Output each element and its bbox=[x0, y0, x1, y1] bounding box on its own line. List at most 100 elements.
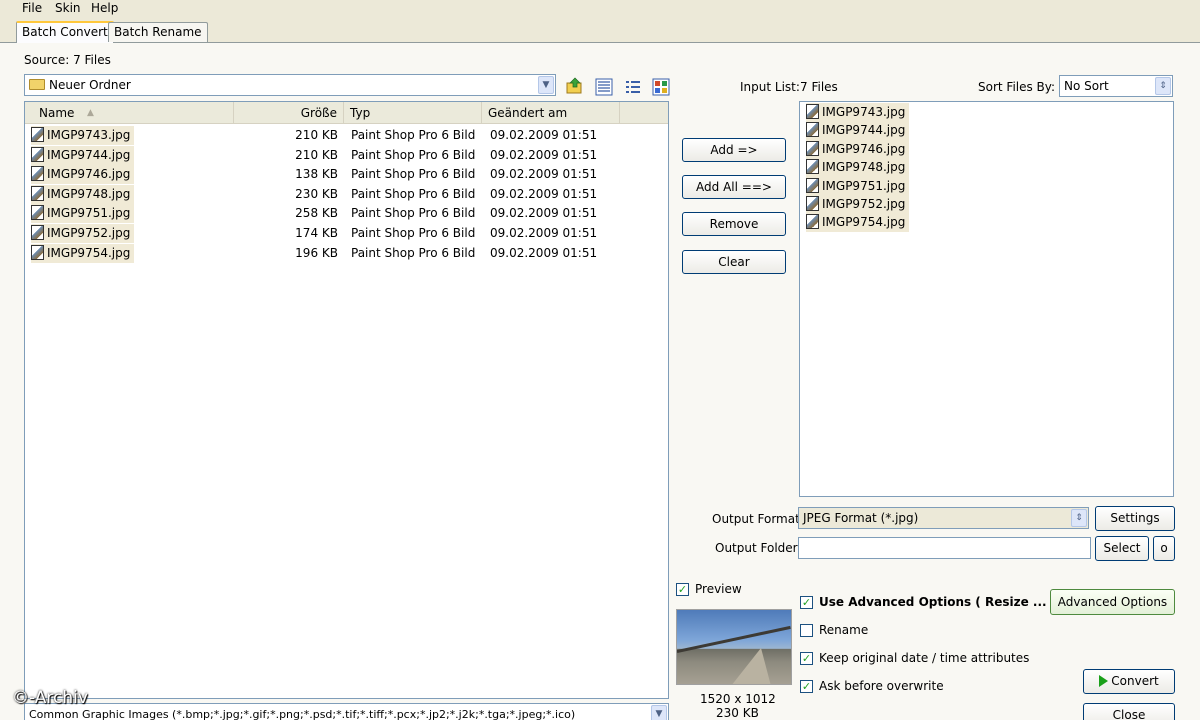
play-icon bbox=[1099, 675, 1109, 687]
file-name: IMGP9751.jpg bbox=[47, 206, 131, 221]
open-folder-button[interactable]: o bbox=[1153, 536, 1175, 561]
file-type: Paint Shop Pro 6 Bild bbox=[351, 186, 476, 201]
list-item[interactable]: IMGP9751.jpg bbox=[806, 176, 910, 196]
preview-checkbox[interactable]: ✓ bbox=[676, 583, 689, 596]
thumbnail-view-icon[interactable] bbox=[652, 78, 670, 96]
column-header-modified[interactable]: Geändert am bbox=[482, 102, 620, 124]
source-file-list[interactable]: Name ▲ Größe Typ Geändert am IMGP9743.jp… bbox=[24, 101, 669, 699]
output-folder-input[interactable] bbox=[798, 537, 1091, 559]
table-row[interactable]: IMGP9746.jpg 138 KB Paint Shop Pro 6 Bild 0… bbox=[25, 165, 668, 185]
list-item[interactable]: IMGP9746.jpg bbox=[806, 139, 910, 159]
file-modified: 09.02.2009 01:51 bbox=[490, 167, 598, 182]
watermark: ©-Archiv bbox=[12, 688, 88, 708]
select-folder-button[interactable]: Select bbox=[1095, 536, 1149, 561]
list-item[interactable]: IMGP9752.jpg bbox=[806, 195, 910, 214]
column-header-size[interactable]: Größe bbox=[234, 102, 344, 124]
file-modified: 09.02.2009 01:51 bbox=[490, 226, 598, 240]
table-row[interactable]: IMGP9754.jpg 196 KB Paint Shop Pro 6 Bild 0… bbox=[25, 243, 668, 263]
rename-checkbox[interactable] bbox=[800, 624, 813, 637]
file-name-cell: IMGP9743.jpg bbox=[31, 126, 135, 145]
table-row[interactable]: IMGP9751.jpg 258 KB Paint Shop Pro 6 Bild 0… bbox=[25, 204, 668, 224]
image-file-icon bbox=[31, 127, 44, 142]
file-name-cell: IMGP9754.jpg bbox=[31, 243, 135, 263]
list-item[interactable]: IMGP9748.jpg bbox=[806, 158, 910, 178]
list-view-icon[interactable] bbox=[595, 78, 613, 96]
list-item[interactable]: IMGP9743.jpg bbox=[806, 103, 910, 122]
column-header-type[interactable]: Typ bbox=[344, 102, 482, 124]
settings-button[interactable]: Settings bbox=[1095, 506, 1175, 531]
image-file-icon bbox=[31, 225, 44, 240]
ask-overwrite-label: Ask before overwrite bbox=[819, 679, 944, 693]
folder-up-icon[interactable] bbox=[566, 77, 584, 95]
add-all-button[interactable]: Add All ==> bbox=[682, 175, 786, 199]
input-file-name: IMGP9743.jpg bbox=[822, 105, 906, 119]
input-file-name: IMGP9746.jpg bbox=[822, 141, 906, 156]
close-button[interactable]: Close bbox=[1083, 703, 1175, 720]
list-item[interactable]: IMGP9754.jpg bbox=[806, 213, 910, 233]
convert-button[interactable]: Convert bbox=[1083, 669, 1175, 694]
input-file-name: IMGP9754.jpg bbox=[822, 215, 906, 230]
file-name-cell: IMGP9746.jpg bbox=[31, 165, 135, 185]
use-advanced-options-label: Use Advanced Options ( Resize ... ) bbox=[819, 595, 1057, 609]
list-item[interactable]: IMGP9744.jpg bbox=[806, 121, 910, 141]
file-type: Paint Shop Pro 6 Bild bbox=[351, 128, 476, 142]
preview-image bbox=[676, 609, 792, 685]
image-file-icon bbox=[31, 205, 44, 221]
ask-overwrite-checkbox[interactable]: ✓ bbox=[800, 680, 813, 693]
sort-files-combo[interactable]: No Sort ⇕ bbox=[1059, 75, 1173, 97]
image-file-icon bbox=[806, 159, 819, 175]
details-view-icon[interactable] bbox=[624, 78, 642, 96]
chevron-down-icon[interactable]: ▼ bbox=[651, 705, 667, 720]
add-button[interactable]: Add => bbox=[682, 138, 786, 162]
remove-button[interactable]: Remove bbox=[682, 212, 786, 236]
folder-name: Neuer Ordner bbox=[49, 78, 131, 92]
table-row[interactable]: IMGP9744.jpg 210 KB Paint Shop Pro 6 Bild 0… bbox=[25, 145, 668, 165]
output-format-combo[interactable]: JPEG Format (*.jpg) ⇕ bbox=[798, 507, 1089, 529]
menu-skin[interactable]: Skin bbox=[55, 1, 81, 15]
tab-batch-convert[interactable]: Batch Convert bbox=[16, 21, 114, 43]
table-row[interactable]: IMGP9752.jpg 174 KB Paint Shop Pro 6 Bild 0… bbox=[25, 224, 668, 243]
input-file-name: IMGP9748.jpg bbox=[822, 160, 906, 175]
menu-file[interactable]: File bbox=[22, 1, 42, 15]
file-name: IMGP9748.jpg bbox=[47, 186, 131, 201]
folder-combo[interactable]: Neuer Ordner ▼ bbox=[24, 74, 556, 96]
file-size: 174 KB bbox=[295, 226, 338, 240]
file-name: IMGP9754.jpg bbox=[47, 245, 131, 260]
chevron-updown-icon[interactable]: ⇕ bbox=[1071, 509, 1087, 527]
image-file-icon bbox=[806, 122, 819, 138]
input-file-list[interactable]: IMGP9743.jpg IMGP9744.jpg IMGP9746.jpg IMGP… bbox=[799, 101, 1174, 497]
input-list-count: 7 Files bbox=[800, 80, 838, 94]
file-type: Paint Shop Pro 6 Bild bbox=[351, 167, 476, 182]
image-file-icon bbox=[806, 140, 819, 156]
clear-button[interactable]: Clear bbox=[682, 250, 786, 274]
chevron-down-icon[interactable]: ▼ bbox=[538, 76, 554, 94]
use-advanced-options-checkbox[interactable]: ✓ bbox=[800, 596, 813, 609]
output-format-value: JPEG Format (*.jpg) bbox=[803, 511, 919, 525]
file-modified: 09.02.2009 01:51 bbox=[490, 206, 598, 221]
file-name: IMGP9746.jpg bbox=[47, 167, 131, 182]
input-file-name: IMGP9751.jpg bbox=[822, 178, 906, 193]
source-label: Source: 7 Files bbox=[24, 53, 111, 67]
file-type-filter-combo[interactable]: Common Graphic Images (*.bmp;*.jpg;*.gif… bbox=[24, 703, 669, 720]
chevron-updown-icon[interactable]: ⇕ bbox=[1155, 77, 1171, 95]
convert-label: Convert bbox=[1111, 674, 1159, 688]
preview-label: Preview bbox=[695, 582, 742, 596]
file-size: 210 KB bbox=[295, 128, 338, 142]
table-row[interactable]: IMGP9743.jpg 210 KB Paint Shop Pro 6 Bild 0… bbox=[25, 126, 668, 145]
image-file-icon bbox=[806, 177, 819, 193]
rename-label: Rename bbox=[819, 623, 869, 637]
table-row[interactable]: IMGP9748.jpg 230 KB Paint Shop Pro 6 Bild 0… bbox=[25, 184, 668, 204]
advanced-options-button[interactable]: Advanced Options bbox=[1050, 589, 1175, 615]
tab-batch-rename[interactable]: Batch Rename bbox=[108, 22, 208, 42]
file-size: 230 KB bbox=[295, 186, 338, 201]
source-list-header: Name ▲ Größe Typ Geändert am bbox=[25, 102, 668, 124]
menu-bar: File Skin Help bbox=[0, 0, 1200, 18]
keep-date-checkbox[interactable]: ✓ bbox=[800, 652, 813, 665]
sort-files-label: Sort Files By: bbox=[978, 80, 1056, 94]
file-type: Paint Shop Pro 6 Bild bbox=[351, 147, 476, 162]
input-list-label: Input List: bbox=[740, 80, 800, 94]
image-file-icon bbox=[31, 185, 44, 201]
file-name: IMGP9744.jpg bbox=[47, 147, 131, 162]
column-header-name[interactable]: Name ▲ bbox=[25, 102, 234, 124]
menu-help[interactable]: Help bbox=[91, 1, 118, 15]
